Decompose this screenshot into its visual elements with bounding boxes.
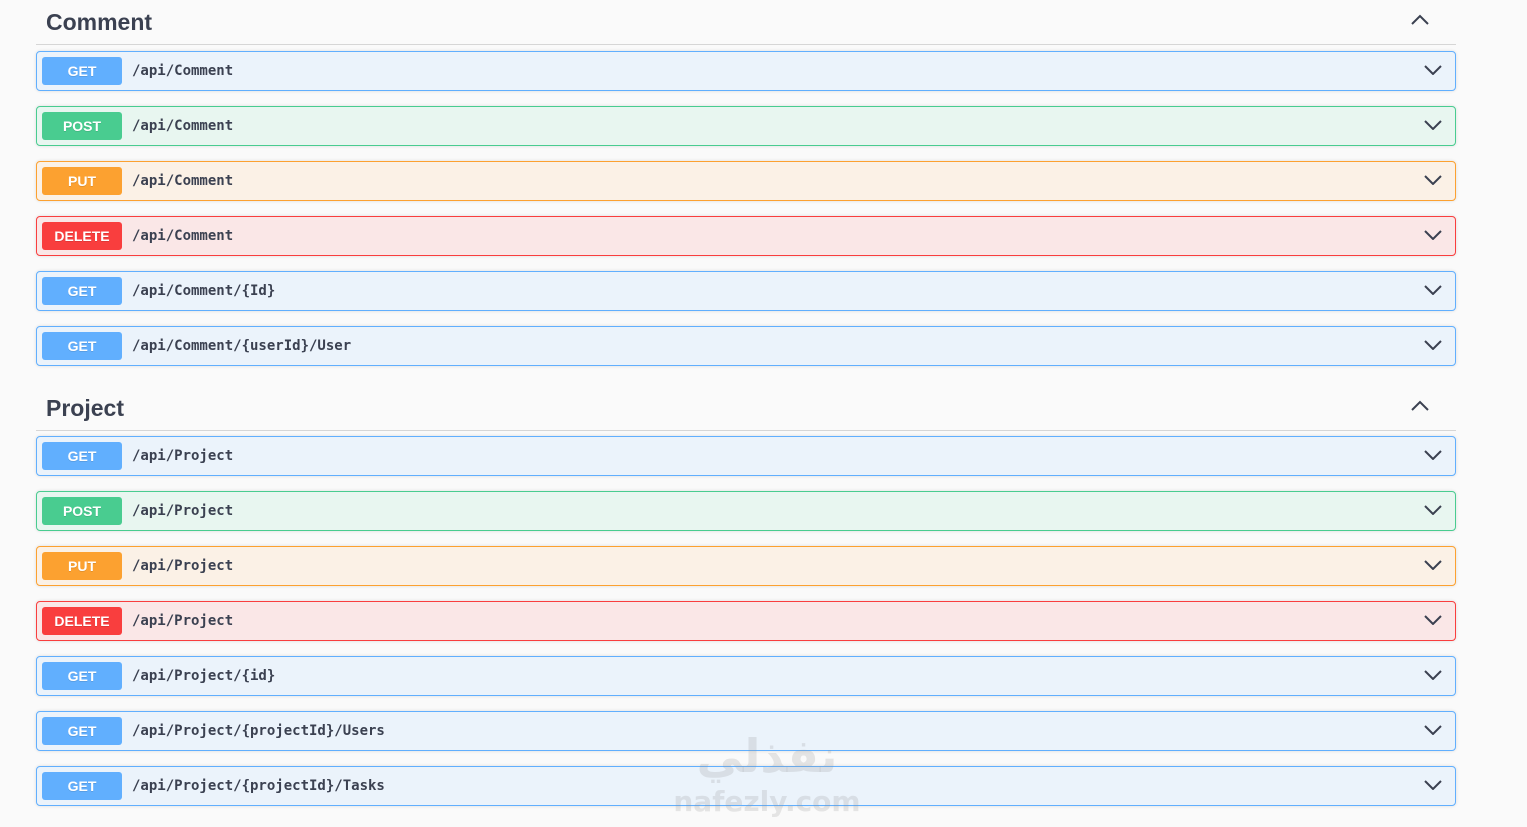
method-badge: POST [42, 497, 122, 525]
endpoint-path: /api/Comment/{userId}/User [132, 338, 352, 354]
endpoint-path: /api/Comment [132, 228, 234, 244]
operation-row-delete-comment[interactable]: DELETE /api/Comment [36, 216, 1456, 256]
operation-row-get-comment-user[interactable]: GET /api/Comment/{userId}/User [36, 326, 1456, 366]
operation-row-post-project[interactable]: POST /api/Project [36, 491, 1456, 531]
operation-row-put-project[interactable]: PUT /api/Project [36, 546, 1456, 586]
section-header-project[interactable]: Project [36, 386, 1456, 431]
endpoint-path: /api/Comment [132, 118, 234, 134]
chevron-down-icon[interactable] [1423, 62, 1443, 78]
endpoint-path: /api/Project [132, 558, 234, 574]
chevron-down-icon[interactable] [1423, 722, 1443, 738]
method-badge: GET [42, 662, 122, 690]
chevron-down-icon[interactable] [1423, 557, 1443, 573]
chevron-down-icon[interactable] [1423, 172, 1443, 188]
endpoint-path: /api/Comment/{Id} [132, 283, 276, 299]
operation-row-delete-project[interactable]: DELETE /api/Project [36, 601, 1456, 641]
chevron-down-icon[interactable] [1423, 227, 1443, 243]
section-title: Comment [46, 8, 153, 35]
method-badge: PUT [42, 552, 122, 580]
operation-row-get-comment[interactable]: GET /api/Comment [36, 51, 1456, 91]
method-badge: DELETE [42, 222, 122, 250]
endpoint-path: /api/Project [132, 503, 234, 519]
method-badge: POST [42, 112, 122, 140]
endpoint-path: /api/Project/{projectId}/Users [132, 723, 385, 739]
operation-row-get-comment-id[interactable]: GET /api/Comment/{Id} [36, 271, 1456, 311]
endpoint-path: /api/Comment [132, 63, 234, 79]
endpoint-path: /api/Comment [132, 173, 234, 189]
chevron-down-icon[interactable] [1423, 777, 1443, 793]
endpoint-path: /api/Project/{id} [132, 668, 276, 684]
operation-row-get-project-tasks[interactable]: GET /api/Project/{projectId}/Tasks [36, 766, 1456, 806]
operation-row-get-project-id[interactable]: GET /api/Project/{id} [36, 656, 1456, 696]
section-title: Project [46, 394, 124, 421]
endpoint-path: /api/Project [132, 448, 234, 464]
section-header-comment[interactable]: Comment [36, 0, 1456, 45]
operation-row-put-comment[interactable]: PUT /api/Comment [36, 161, 1456, 201]
chevron-down-icon[interactable] [1423, 612, 1443, 628]
section-comment: Comment GET /api/Comment POST /api/Comme… [36, 0, 1456, 366]
endpoint-path: /api/Project/{projectId}/Tasks [132, 778, 385, 794]
chevron-down-icon[interactable] [1423, 502, 1443, 518]
method-badge: GET [42, 772, 122, 800]
method-badge: PUT [42, 167, 122, 195]
method-badge: GET [42, 442, 122, 470]
chevron-down-icon[interactable] [1423, 282, 1443, 298]
operation-row-get-project[interactable]: GET /api/Project [36, 436, 1456, 476]
method-badge: GET [42, 717, 122, 745]
section-project: Project GET /api/Project POST /api/Proje… [36, 386, 1456, 806]
chevron-up-icon[interactable] [1408, 396, 1432, 416]
method-badge: GET [42, 277, 122, 305]
endpoint-path: /api/Project [132, 613, 234, 629]
operation-row-get-project-users[interactable]: GET /api/Project/{projectId}/Users [36, 711, 1456, 751]
method-badge: DELETE [42, 607, 122, 635]
chevron-down-icon[interactable] [1423, 117, 1443, 133]
chevron-down-icon[interactable] [1423, 667, 1443, 683]
method-badge: GET [42, 332, 122, 360]
operation-list: GET /api/Project POST /api/Project PUT /… [36, 436, 1456, 806]
operation-list: GET /api/Comment POST /api/Comment PUT /… [36, 51, 1456, 366]
chevron-up-icon[interactable] [1408, 10, 1432, 30]
chevron-down-icon[interactable] [1423, 447, 1443, 463]
operation-row-post-comment[interactable]: POST /api/Comment [36, 106, 1456, 146]
method-badge: GET [42, 57, 122, 85]
swagger-operations-page: Comment GET /api/Comment POST /api/Comme… [0, 0, 1527, 827]
chevron-down-icon[interactable] [1423, 337, 1443, 353]
